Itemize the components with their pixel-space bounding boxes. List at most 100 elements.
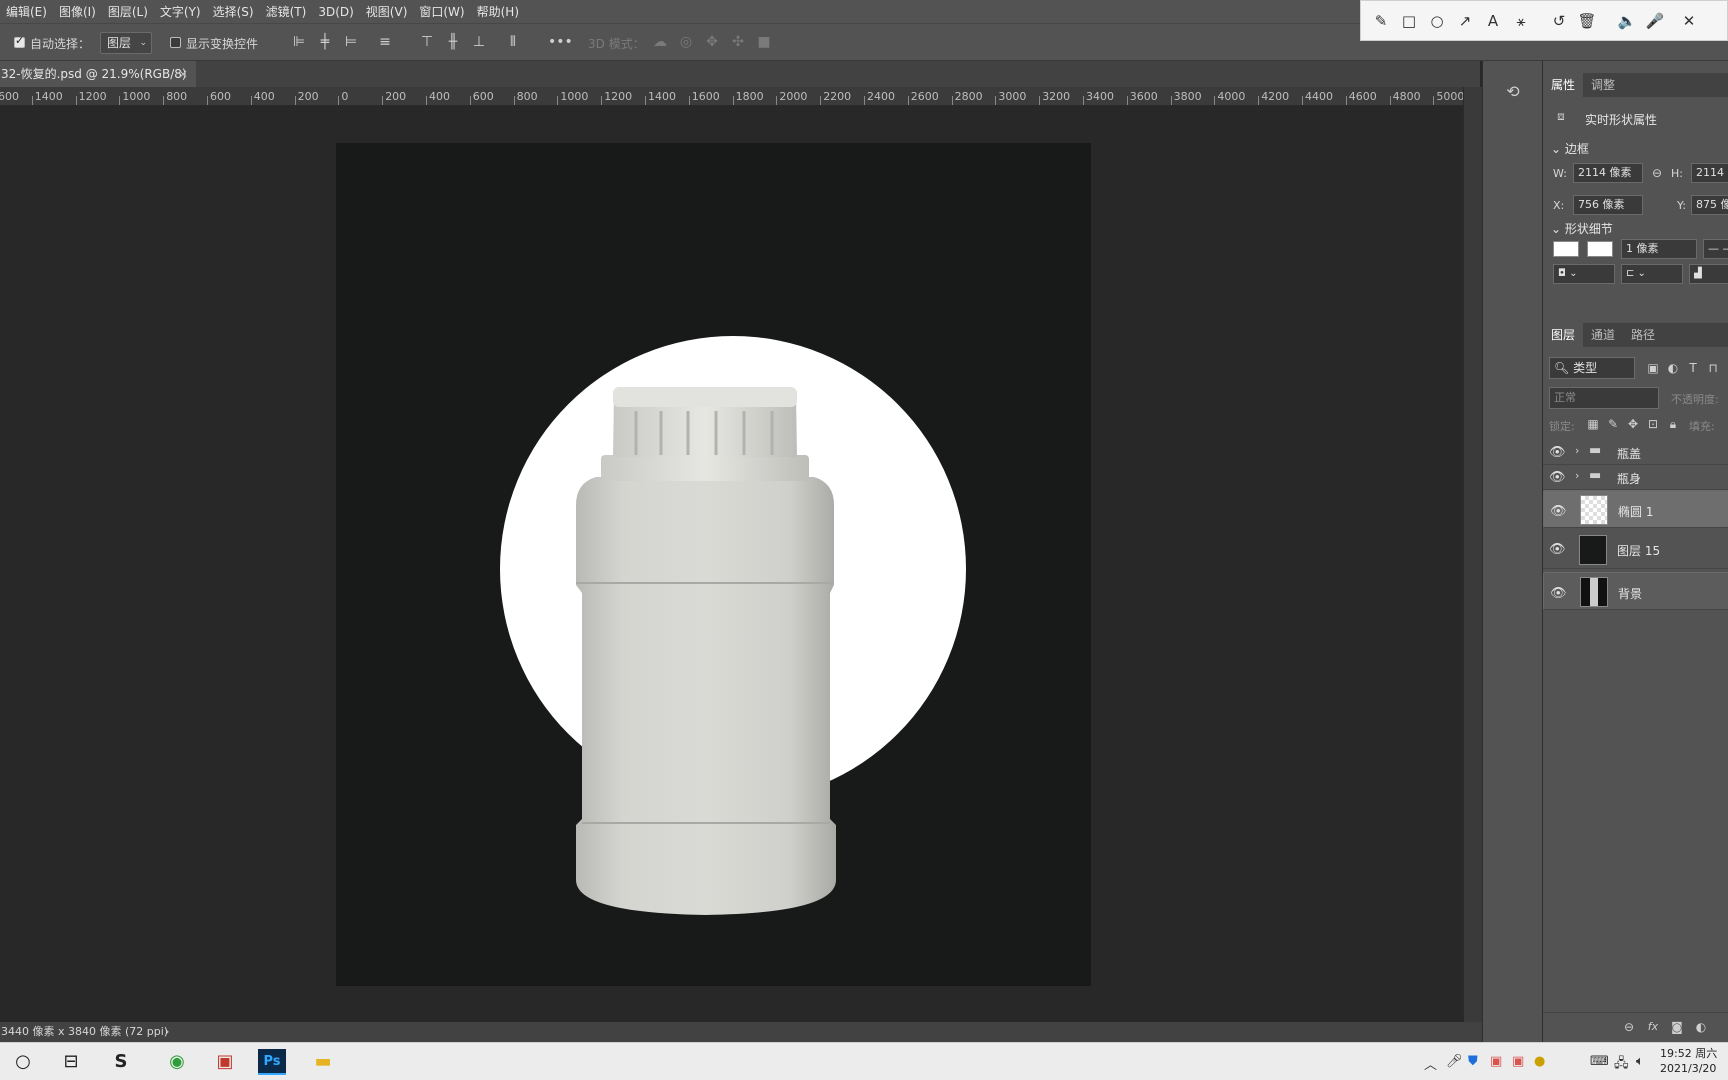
layer-filter-dropdown[interactable]: 🔍︎ 类型: [1549, 357, 1635, 379]
visibility-eye-icon[interactable]: 👁︎: [1549, 445, 1566, 460]
document-tab[interactable]: 32-恢复的.psd @ 21.9%(RGB/8) * ×: [0, 61, 196, 107]
app-tray-icon[interactable]: ▣: [1490, 1054, 1502, 1069]
filter-text-icon[interactable]: T: [1685, 359, 1701, 377]
task-view-icon[interactable]: ⊟: [56, 1047, 86, 1077]
tab-properties[interactable]: 属性: [1543, 73, 1584, 97]
x-field[interactable]: 756 像素: [1573, 195, 1643, 215]
menu-edit[interactable]: 编辑(E): [0, 3, 53, 20]
menu-type[interactable]: 文字(Y): [154, 3, 207, 20]
pan-3d-icon[interactable]: ✥: [702, 33, 722, 51]
volume-icon[interactable]: 🔈︎: [1636, 1054, 1644, 1069]
clock-time[interactable]: 19:52 周六: [1660, 1045, 1717, 1061]
link-layers-icon[interactable]: ⊖: [1621, 1018, 1637, 1036]
network-icon[interactable]: 🖧︎: [1614, 1054, 1629, 1076]
layer-row-cap-group[interactable]: 👁︎ › ▬ 瓶盖: [1543, 440, 1728, 465]
camera-3d-icon[interactable]: ■: [754, 33, 774, 51]
align-left-icon[interactable]: ⊫: [290, 33, 308, 51]
microphone-icon[interactable]: 🎤: [1645, 11, 1665, 31]
fx-icon[interactable]: fx: [1645, 1018, 1661, 1036]
visibility-eye-icon[interactable]: 👁︎: [1549, 542, 1566, 557]
lock-position-icon[interactable]: ✥: [1625, 415, 1641, 433]
speaker-icon[interactable]: 🔈: [1617, 11, 1637, 31]
section-bounds[interactable]: ⌄ 边框: [1551, 140, 1589, 157]
chevron-right-icon[interactable]: ›: [1575, 444, 1579, 457]
file-explorer-icon[interactable]: ▬: [308, 1047, 338, 1077]
menu-view[interactable]: 视图(V): [360, 3, 414, 20]
status-menu-arrow[interactable]: ›: [165, 1022, 169, 1042]
orbit-3d-icon[interactable]: ☁: [650, 33, 670, 51]
add-mask-icon[interactable]: ◙: [1669, 1018, 1685, 1036]
visibility-eye-icon[interactable]: 👁︎: [1549, 470, 1566, 485]
stroke-swatch[interactable]: [1587, 241, 1613, 257]
photoshop-icon[interactable]: Ps: [258, 1049, 286, 1075]
layer-row-body-group[interactable]: 👁︎ › ▬ 瓶身: [1543, 465, 1728, 490]
visibility-eye-icon[interactable]: 👁︎: [1550, 502, 1567, 522]
magic-wand-icon[interactable]: ⚹: [1511, 11, 1531, 31]
menu-help[interactable]: 帮助(H): [471, 3, 525, 20]
menu-layer[interactable]: 图层(L): [102, 3, 154, 20]
stroke-type-field[interactable]: — —: [1703, 239, 1728, 259]
tab-paths[interactable]: 路径: [1631, 323, 1655, 347]
adjustment-layer-icon[interactable]: ◐: [1693, 1018, 1709, 1036]
slide-3d-icon[interactable]: ✣: [728, 33, 748, 51]
layer-row-background[interactable]: 👁︎ 背景: [1543, 572, 1728, 610]
trash-icon[interactable]: 🗑: [1577, 11, 1597, 31]
corner-type-dropdown[interactable]: ▟: [1689, 264, 1728, 284]
menu-window[interactable]: 窗口(W): [413, 3, 470, 20]
filter-adjustment-icon[interactable]: ◐: [1665, 359, 1681, 377]
fill-swatch[interactable]: [1553, 241, 1579, 257]
app-icon-red[interactable]: ▣: [210, 1047, 240, 1077]
undo-icon[interactable]: ↺: [1549, 11, 1569, 31]
artboard[interactable]: [336, 143, 1091, 986]
layer-row-layer15[interactable]: 👁︎ 图层 15: [1543, 531, 1728, 569]
auto-select-checkbox[interactable]: [14, 34, 25, 48]
width-field[interactable]: 2114 像素: [1573, 163, 1643, 183]
align-bottom-icon[interactable]: ⊥: [470, 33, 488, 51]
menu-select[interactable]: 选择(S): [207, 3, 260, 20]
canvas-area[interactable]: [0, 106, 1463, 1022]
rectangle-icon[interactable]: □: [1399, 11, 1419, 31]
layer-row-ellipse[interactable]: 👁︎ 椭圆 1: [1543, 490, 1728, 528]
link-icon[interactable]: ⊖: [1649, 164, 1665, 182]
tab-adjustments[interactable]: 调整: [1591, 73, 1615, 97]
y-field[interactable]: 875 像: [1691, 195, 1728, 215]
input-tray-icon[interactable]: ⌨︎: [1590, 1054, 1609, 1069]
chevron-up-icon[interactable]: ︿: [1424, 1054, 1437, 1073]
show-transform-checkbox[interactable]: [170, 37, 181, 48]
app3-tray-icon[interactable]: ●: [1534, 1054, 1545, 1069]
filter-shape-icon[interactable]: ⊓: [1705, 359, 1721, 377]
text-icon[interactable]: A: [1483, 11, 1503, 31]
close-icon[interactable]: ✕: [1679, 11, 1699, 31]
vertical-scrollbar[interactable]: [1463, 87, 1482, 1022]
history-icon[interactable]: ⟲: [1501, 83, 1525, 101]
tab-layers[interactable]: 图层: [1543, 323, 1584, 347]
arrow-icon[interactable]: ↗: [1455, 11, 1475, 31]
filter-image-icon[interactable]: ▣: [1645, 359, 1661, 377]
distribute-icon[interactable]: ≡: [376, 33, 394, 51]
align-top-icon[interactable]: ⊤: [418, 33, 436, 51]
mic-tray-icon[interactable]: 🎤︎: [1446, 1054, 1463, 1069]
height-field[interactable]: 2114: [1691, 163, 1728, 183]
lock-image-icon[interactable]: ✎: [1605, 415, 1621, 433]
align-right-icon[interactable]: ⊨: [342, 33, 360, 51]
menu-filter[interactable]: 滤镜(T): [260, 3, 313, 20]
app-icon-s[interactable]: S: [106, 1047, 136, 1077]
lock-artboard-icon[interactable]: ⊡: [1645, 415, 1661, 433]
pencil-icon[interactable]: ✎: [1371, 11, 1391, 31]
cortana-icon[interactable]: ○: [8, 1047, 38, 1077]
blend-mode-dropdown[interactable]: 正常: [1549, 387, 1659, 409]
section-shape[interactable]: ⌄ 形状细节: [1551, 220, 1613, 237]
menu-3d[interactable]: 3D(D): [312, 5, 359, 19]
security-tray-icon[interactable]: ⛊: [1468, 1054, 1478, 1069]
stroke-width-field[interactable]: 1 像素: [1621, 239, 1697, 259]
tab-channels[interactable]: 通道: [1591, 323, 1615, 347]
app2-tray-icon[interactable]: ▣: [1512, 1054, 1524, 1069]
align-middle-icon[interactable]: ╫: [444, 33, 462, 51]
auto-select-dropdown[interactable]: 图层 ⌄: [100, 32, 152, 54]
lock-transparent-icon[interactable]: ▦: [1585, 415, 1601, 433]
circle-icon[interactable]: ○: [1427, 11, 1447, 31]
close-tab-icon[interactable]: ×: [178, 61, 188, 87]
align-center-icon[interactable]: ╪: [316, 33, 334, 51]
chevron-right-icon[interactable]: ›: [1575, 469, 1579, 482]
roll-3d-icon[interactable]: ◎: [676, 33, 696, 51]
